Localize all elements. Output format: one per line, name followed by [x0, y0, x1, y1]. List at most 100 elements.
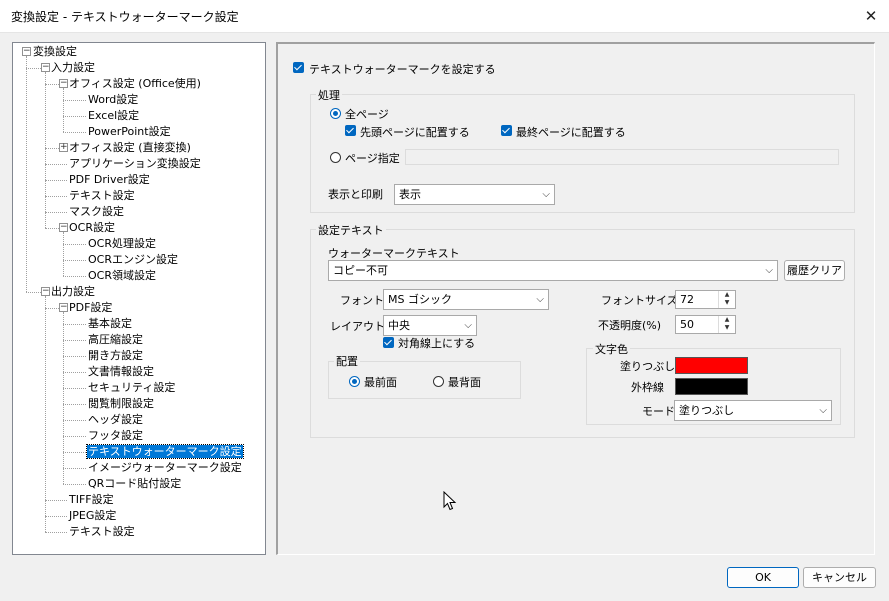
outline-color-swatch[interactable]	[675, 378, 748, 395]
collapse-icon[interactable]: −	[59, 303, 68, 312]
tree-item[interactable]: 基本設定	[87, 316, 133, 332]
tree-item-label: PowerPoint設定	[88, 125, 171, 138]
watermark-text-label: ウォーターマークテキスト	[328, 247, 460, 260]
placement-group-label: 配置	[334, 353, 360, 369]
cancel-button[interactable]: キャンセル	[803, 567, 876, 588]
tree-item-label: 高圧縮設定	[88, 333, 143, 346]
tree-item[interactable]: フッタ設定	[87, 428, 144, 444]
tree-item[interactable]: 入力設定	[50, 60, 96, 76]
tree-connector	[63, 468, 86, 469]
tree-item-label: テキスト設定	[69, 525, 135, 538]
history-clear-button[interactable]: 履歴クリア	[784, 260, 845, 281]
tree-item[interactable]: Excel設定	[87, 108, 140, 124]
diagonal-checkbox[interactable]	[383, 337, 394, 348]
font-label: フォント	[340, 294, 384, 307]
tree-item-label: QRコード貼付設定	[88, 477, 182, 490]
tree-item[interactable]: OCRエンジン設定	[87, 252, 179, 268]
tree-item[interactable]: テキストウォーターマーク設定	[86, 444, 244, 460]
spin-up-icon[interactable]: ▲	[719, 291, 735, 299]
tree-item-label: 開き方設定	[88, 349, 143, 362]
tree-item[interactable]: 文書情報設定	[87, 364, 155, 380]
diagonal-label[interactable]: 対角線上にする	[398, 335, 475, 351]
tree-item[interactable]: OCR処理設定	[87, 236, 157, 252]
first-page-label[interactable]: 先頭ページに配置する	[360, 124, 470, 140]
last-page-checkbox[interactable]	[501, 125, 512, 136]
tree-item-label: 変換設定	[33, 45, 77, 58]
tree-item[interactable]: OCR設定	[68, 220, 116, 236]
expand-icon[interactable]: +	[59, 143, 68, 152]
tree-item-label: OCRエンジン設定	[88, 253, 178, 266]
mode-select[interactable]: 塗りつぶし ⌵	[674, 400, 832, 421]
tree-item[interactable]: PDF設定	[68, 300, 113, 316]
close-icon[interactable]: ✕	[856, 3, 886, 29]
tree-item[interactable]: 変換設定	[32, 44, 78, 60]
tree-item-label: 出力設定	[51, 285, 95, 298]
font-value: MS ゴシック	[388, 293, 452, 306]
page-spec-radio[interactable]	[330, 152, 341, 163]
tree-connector	[63, 340, 86, 341]
processing-group-label: 処理	[316, 87, 342, 103]
tree-item[interactable]: PDF Driver設定	[68, 172, 151, 188]
tree-item[interactable]: アプリケーション変換設定	[68, 156, 202, 172]
back-label[interactable]: 最背面	[448, 374, 481, 390]
tree-connector	[63, 324, 86, 325]
collapse-icon[interactable]: −	[22, 47, 31, 56]
watermark-text-value: コピー不可	[333, 264, 388, 277]
settings-tree[interactable]: − 変換設定 − 入力設定 − オフィス設定 (Office使用) Word設定 Excel設…	[12, 42, 266, 555]
collapse-icon[interactable]: −	[59, 223, 68, 232]
tree-item[interactable]: 閲覧制限設定	[87, 396, 155, 412]
opacity-value: 50	[680, 318, 694, 331]
ok-button[interactable]: OK	[727, 567, 799, 588]
tree-item-label: アプリケーション変換設定	[69, 157, 201, 170]
page-spec-field[interactable]	[405, 149, 839, 165]
tree-item[interactable]: マスク設定	[68, 204, 125, 220]
display-print-select[interactable]: 表示 ⌵	[394, 184, 555, 205]
tree-item[interactable]: JPEG設定	[68, 508, 117, 524]
display-print-value: 表示	[399, 188, 421, 201]
tree-connector	[63, 436, 86, 437]
tree-item-label: オフィス設定 (直接変換)	[69, 141, 191, 154]
font-size-stepper[interactable]: 72 ▲ ▼	[675, 290, 736, 309]
collapse-icon[interactable]: −	[41, 287, 50, 296]
tree-item[interactable]: ヘッダ設定	[87, 412, 144, 428]
tree-item[interactable]: テキスト設定	[68, 524, 136, 540]
font-select[interactable]: MS ゴシック ⌵	[383, 289, 549, 310]
tree-item[interactable]: QRコード貼付設定	[87, 476, 182, 492]
tree-item[interactable]: イメージウォーターマーク設定	[87, 460, 243, 476]
tree-item-label: JPEG設定	[69, 509, 117, 522]
enable-watermark-label[interactable]: テキストウォーターマークを設定する	[309, 61, 496, 77]
tree-item[interactable]: OCR領域設定	[87, 268, 157, 284]
spin-down-icon[interactable]: ▼	[719, 299, 735, 307]
tree-item[interactable]: TIFF設定	[68, 492, 115, 508]
tree-item[interactable]: 出力設定	[50, 284, 96, 300]
chevron-down-icon: ⌵	[536, 294, 544, 305]
watermark-text-combo[interactable]: コピー不可 ⌵	[328, 260, 778, 281]
collapse-icon[interactable]: −	[59, 79, 68, 88]
spin-up-icon[interactable]: ▲	[719, 316, 735, 324]
tree-item[interactable]: オフィス設定 (Office使用)	[68, 76, 202, 92]
collapse-icon[interactable]: −	[41, 63, 50, 72]
last-page-label[interactable]: 最終ページに配置する	[516, 124, 626, 140]
page-spec-label[interactable]: ページ指定	[345, 150, 400, 166]
spin-down-icon[interactable]: ▼	[719, 324, 735, 332]
tree-item[interactable]: Word設定	[87, 92, 139, 108]
front-label[interactable]: 最前面	[364, 374, 397, 390]
tree-item-label: セキュリティ設定	[88, 381, 176, 394]
tree-item[interactable]: PowerPoint設定	[87, 124, 172, 140]
back-radio[interactable]	[433, 376, 444, 387]
all-pages-label[interactable]: 全ページ	[345, 106, 389, 122]
fill-color-swatch[interactable]	[675, 357, 748, 374]
front-radio[interactable]	[349, 376, 360, 387]
tree-item[interactable]: 開き方設定	[87, 348, 144, 364]
first-page-checkbox[interactable]	[345, 125, 356, 136]
all-pages-radio[interactable]	[330, 108, 341, 119]
tree-item[interactable]: 高圧縮設定	[87, 332, 144, 348]
tree-item-label: Excel設定	[88, 109, 140, 122]
tree-item[interactable]: セキュリティ設定	[87, 380, 176, 396]
layout-select[interactable]: 中央 ⌵	[383, 315, 477, 336]
opacity-stepper[interactable]: 50 ▲ ▼	[675, 315, 736, 334]
enable-watermark-checkbox[interactable]	[293, 62, 304, 73]
tree-item[interactable]: テキスト設定	[68, 188, 136, 204]
tree-item[interactable]: オフィス設定 (直接変換)	[68, 140, 192, 156]
text-settings-group-label: 設定テキスト	[316, 222, 386, 238]
